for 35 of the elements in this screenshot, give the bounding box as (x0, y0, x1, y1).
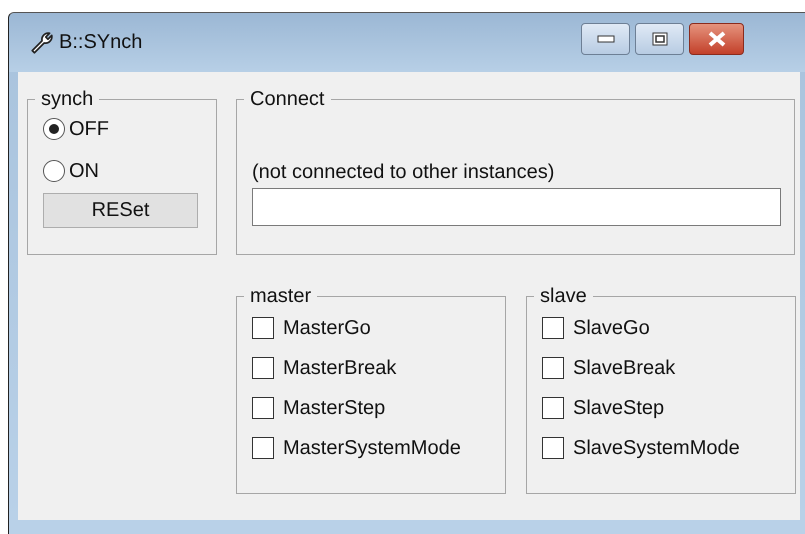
group-label: master (249, 285, 312, 308)
wrench-icon (29, 30, 55, 56)
checkbox-label[interactable]: SlaveSystemMode (573, 436, 740, 460)
checkbox[interactable] (252, 357, 274, 379)
minimize-icon (596, 34, 614, 42)
group-label: synch (40, 88, 94, 111)
group-label: slave (539, 285, 588, 308)
checkbox[interactable] (542, 317, 564, 339)
checkbox-label[interactable]: SlaveBreak (573, 356, 676, 380)
close-button[interactable] (689, 22, 744, 54)
group-label: Connect (249, 88, 326, 111)
checkbox[interactable] (252, 437, 274, 459)
checkbox[interactable] (542, 437, 564, 459)
checkbox[interactable] (542, 357, 564, 379)
checkbox-label[interactable]: MasterStep (283, 396, 386, 420)
radio-button[interactable] (43, 160, 65, 182)
checkbox-label[interactable]: MasterSystemMode (283, 436, 461, 460)
checkbox[interactable] (542, 397, 564, 419)
checkbox-label[interactable]: SlaveStep (573, 396, 664, 420)
maximize-button[interactable] (635, 22, 684, 54)
option-label[interactable]: OFF (69, 118, 109, 140)
checkbox[interactable] (252, 397, 274, 419)
checkbox-label[interactable]: SlaveGo (573, 316, 650, 340)
minimize-button[interactable] (581, 22, 630, 54)
checkbox-label[interactable]: MasterGo (283, 316, 371, 340)
checkbox[interactable] (252, 317, 274, 339)
close-icon (706, 30, 726, 46)
reset-button[interactable]: RESet (43, 193, 198, 228)
status-text: (not connected to other instances) (252, 161, 556, 184)
option-label[interactable]: ON (69, 160, 99, 182)
input-field[interactable] (252, 188, 781, 226)
checkbox-label[interactable]: MasterBreak (283, 356, 396, 380)
radio-button[interactable] (43, 118, 65, 140)
window-title: B::SYnch (59, 31, 142, 54)
maximize-icon (652, 32, 668, 46)
